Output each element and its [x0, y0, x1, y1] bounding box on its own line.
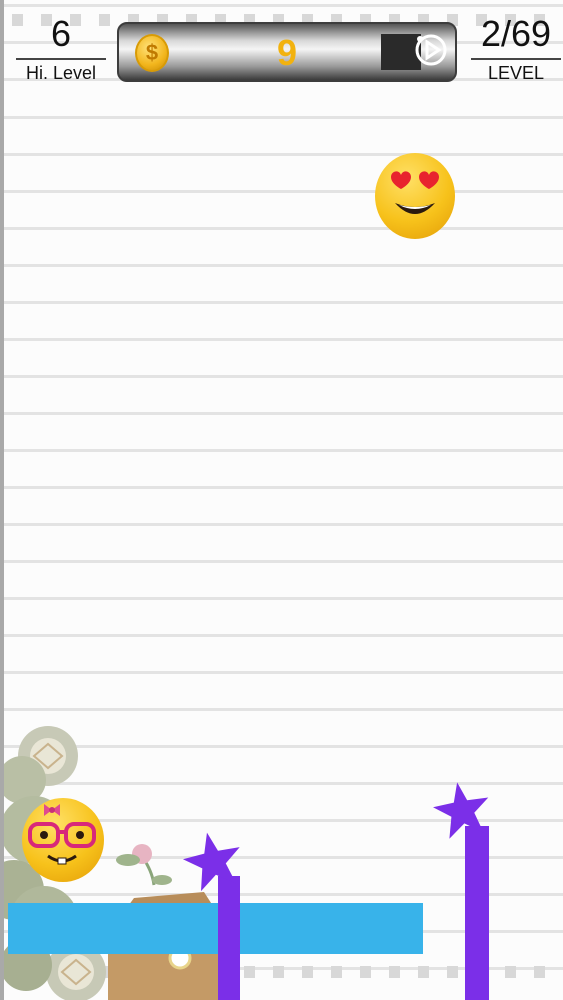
purple-post-right [465, 826, 489, 1000]
purple-star-right [433, 782, 489, 839]
level-divider [471, 58, 561, 60]
hi-level-panel: 6 Hi. Level [12, 14, 110, 84]
hi-level-value: 6 [50, 13, 72, 54]
nerd-girl-emoji[interactable] [22, 798, 104, 882]
watch-video-icon[interactable] [411, 30, 451, 70]
coin-bar: $ 9 [117, 22, 457, 82]
heart-eyes-emoji[interactable] [375, 153, 455, 239]
purple-star-left [182, 832, 240, 892]
hi-level-divider [16, 58, 106, 60]
level-value: 2/69 [480, 13, 552, 54]
blue-platform [8, 903, 423, 954]
hi-level-label: Hi. Level [25, 63, 97, 83]
level-panel: 2/69 LEVEL [467, 14, 563, 84]
level-label: LEVEL [487, 63, 545, 83]
game-screen[interactable]: 6 Hi. Level $ 9 2/69 LEVEL [0, 0, 563, 1000]
purple-post-left [218, 876, 240, 1000]
